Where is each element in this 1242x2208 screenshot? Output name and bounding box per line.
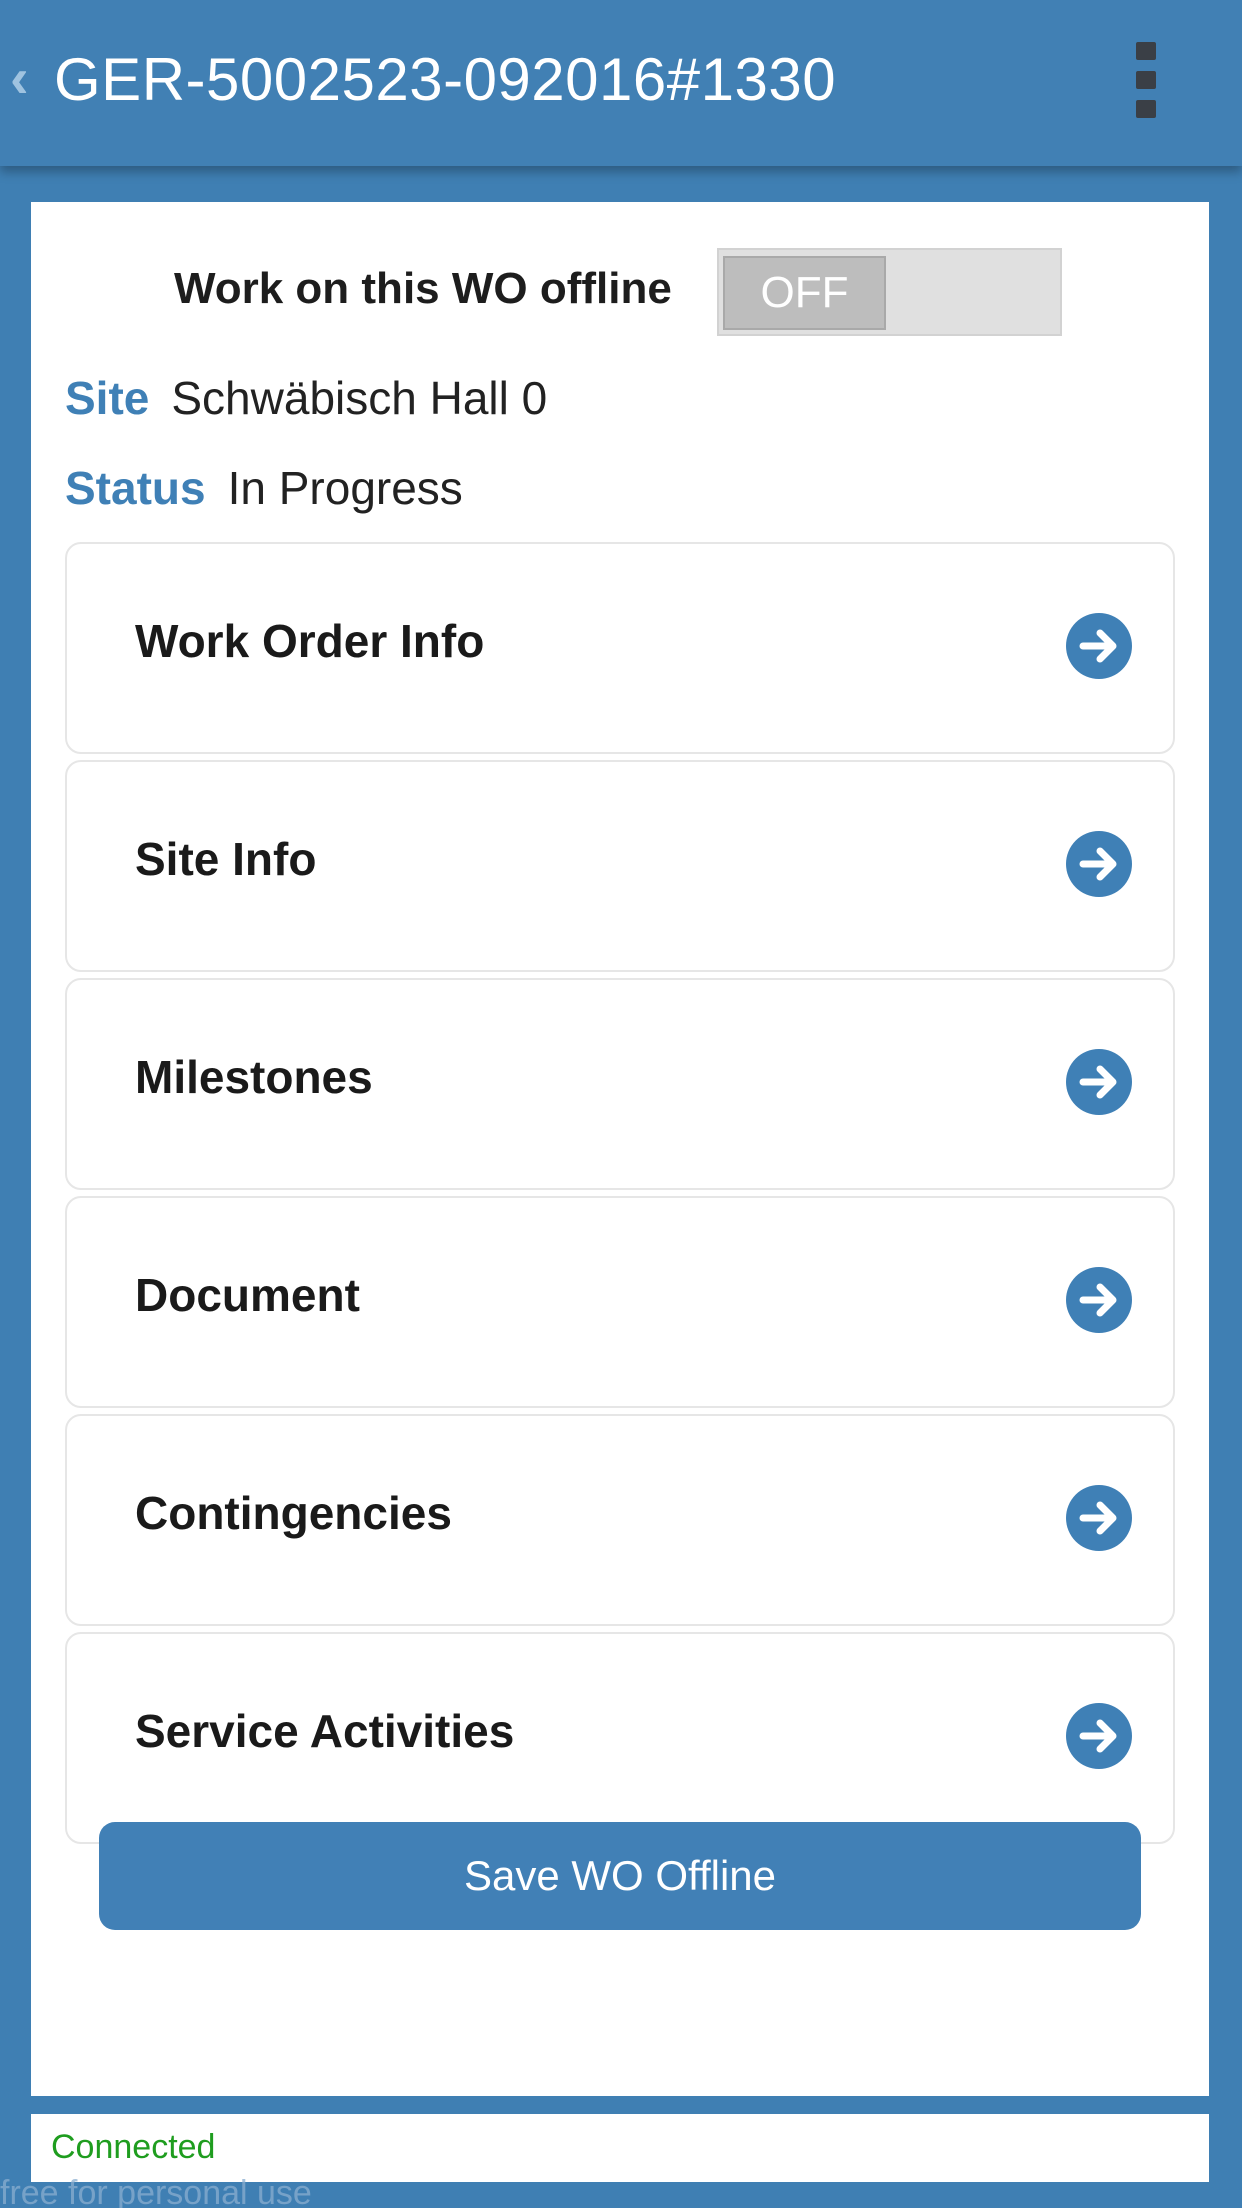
connection-status-bar: Connected	[31, 2114, 1209, 2182]
status-label: Status	[65, 462, 206, 514]
menu-item-document[interactable]: Document	[65, 1196, 1175, 1408]
site-label: Site	[65, 372, 150, 424]
menu-item-service-activities[interactable]: Service Activities	[65, 1632, 1175, 1844]
arrow-right-circle-icon	[1066, 613, 1132, 679]
arrow-right-circle-icon	[1066, 1485, 1132, 1551]
menu-item-label: Site Info	[135, 833, 317, 885]
menu-item-label: Contingencies	[135, 1487, 452, 1539]
menu-item-contingencies[interactable]: Contingencies	[65, 1414, 1175, 1626]
status-line: Status In Progress	[65, 458, 463, 518]
offline-label: Work on this WO offline	[174, 264, 672, 313]
status-value: In Progress	[227, 462, 463, 514]
menu-item-label: Document	[135, 1269, 360, 1321]
chevron-left-icon[interactable]: ‹	[10, 50, 36, 106]
save-wo-offline-button[interactable]: Save WO Offline	[99, 1822, 1141, 1930]
offline-row: Work on this WO offline OFF	[31, 238, 1209, 336]
arrow-right-circle-icon	[1066, 1049, 1132, 1115]
overflow-menu-icon[interactable]	[1134, 40, 1160, 120]
app-screen: ‹ GER-5002523-092016#1330 Work on this W…	[0, 0, 1242, 2208]
arrow-right-circle-icon	[1066, 1267, 1132, 1333]
offline-toggle[interactable]: OFF	[717, 248, 1062, 336]
site-value: Schwäbisch Hall 0	[171, 372, 548, 424]
connection-status: Connected	[51, 2128, 216, 2166]
top-app-bar: ‹ GER-5002523-092016#1330	[0, 0, 1242, 166]
arrow-right-circle-icon	[1066, 1703, 1132, 1769]
menu-list: Work Order Info Site Info Milestones Doc…	[65, 542, 1175, 1998]
menu-item-site-info[interactable]: Site Info	[65, 760, 1175, 972]
page-title: GER-5002523-092016#1330	[54, 46, 837, 113]
menu-item-label: Service Activities	[135, 1705, 515, 1757]
work-order-panel: Work on this WO offline OFF Site Schwäbis…	[31, 202, 1209, 2096]
toggle-knob: OFF	[723, 256, 886, 330]
watermark-text: free for personal use	[0, 2174, 312, 2208]
menu-item-label: Milestones	[135, 1051, 373, 1103]
menu-item-label: Work Order Info	[135, 615, 485, 667]
menu-item-milestones[interactable]: Milestones	[65, 978, 1175, 1190]
site-line: Site Schwäbisch Hall 0	[65, 368, 547, 428]
menu-item-work-order-info[interactable]: Work Order Info	[65, 542, 1175, 754]
arrow-right-circle-icon	[1066, 831, 1132, 897]
